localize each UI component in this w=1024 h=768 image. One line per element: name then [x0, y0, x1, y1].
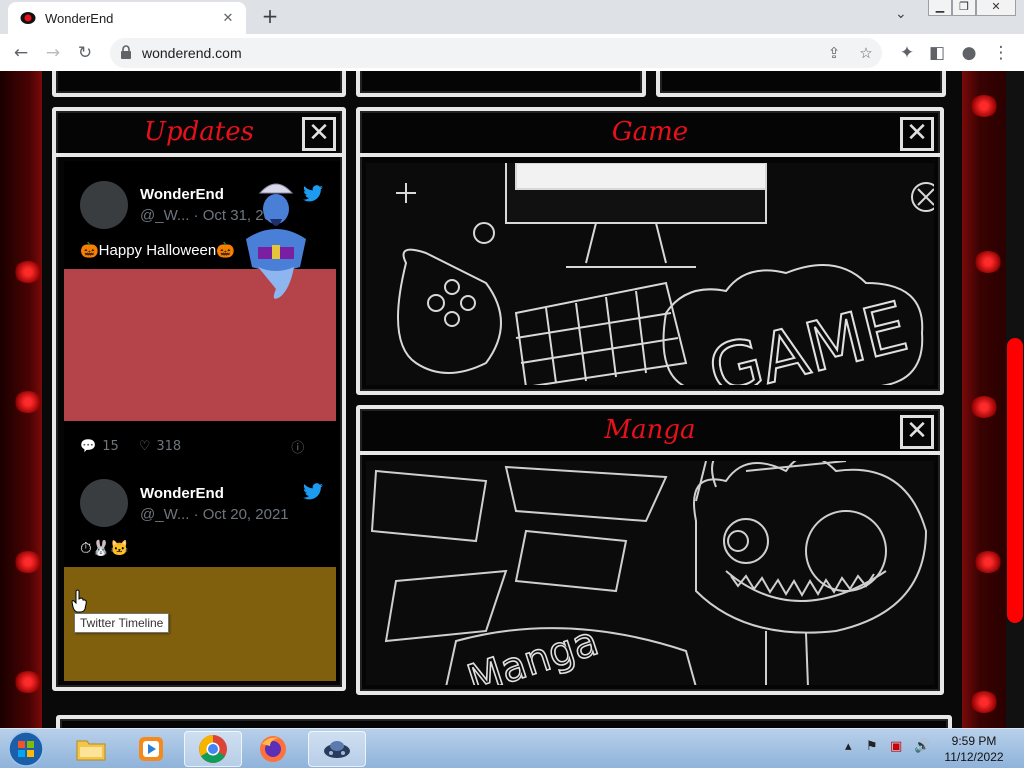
side-panel-icon[interactable]: ◧: [924, 40, 950, 66]
updates-title: Updates: [144, 117, 254, 147]
right-rose-border: [962, 71, 1006, 728]
chrome-icon: [199, 735, 227, 763]
taskbar-firefox-button[interactable]: [244, 731, 302, 767]
browser-tab[interactable]: WonderEnd ✕: [8, 2, 246, 34]
address-bar[interactable]: wonderend.com ⇪ ☆: [110, 38, 882, 68]
game-illustration[interactable]: GAME: [366, 163, 934, 385]
folder-icon: [76, 740, 106, 761]
bookmark-star-icon[interactable]: ☆: [856, 43, 876, 63]
menu-icon[interactable]: ⋮: [988, 40, 1014, 66]
updates-header: Updates ✕: [56, 111, 342, 157]
tweet-actions: 💬 15 ♡ 318 ⓘ: [80, 437, 304, 456]
media-player-icon: [139, 737, 163, 761]
reload-icon[interactable]: ↻: [72, 40, 98, 66]
minimize-button[interactable]: ▁: [928, 0, 952, 16]
network-icon[interactable]: ▣: [890, 739, 902, 754]
tweet-author[interactable]: WonderEnd: [140, 186, 224, 203]
app-icon: [324, 741, 350, 758]
panel-top-mid-partial: [356, 71, 646, 97]
back-icon[interactable]: ←: [8, 40, 34, 66]
tab-close-icon[interactable]: ✕: [218, 11, 238, 26]
wonderend-favicon-icon: [20, 12, 36, 24]
system-clock[interactable]: 9:59 PM 11/12/2022: [938, 733, 1010, 765]
taskbar-app-button[interactable]: [308, 731, 366, 767]
reply-count: 15: [102, 439, 119, 454]
manga-title: Manga: [604, 415, 696, 445]
tooltip: Twitter Timeline: [74, 613, 170, 633]
show-hidden-icons-icon[interactable]: ▴: [845, 739, 852, 754]
tab-title: WonderEnd: [45, 10, 114, 26]
manga-header: Manga ✕: [360, 409, 940, 455]
tweet[interactable]: WonderEnd @_W... · Oct 20, 2021 ⏱🐰🐱: [64, 461, 340, 681]
tab-search-dropdown-icon[interactable]: ⌄: [895, 6, 907, 22]
browser-chrome: WonderEnd ✕ + ⌄ ▁ ❐ ✕ ← → ↻ wonderend.co…: [0, 0, 1024, 71]
tweet-text: 🎃Happy Halloween🎃: [80, 242, 235, 259]
forward-icon[interactable]: →: [40, 40, 66, 66]
game-art-text: GAME: [701, 288, 915, 385]
avatar[interactable]: [80, 181, 128, 229]
taskbar-media-player-button[interactable]: [122, 731, 180, 767]
tweet-handle: @_W... · Oct 20, 2021: [140, 506, 289, 523]
new-tab-button[interactable]: +: [258, 4, 282, 28]
left-rose-border: [0, 71, 42, 728]
game-title: Game: [611, 117, 689, 147]
restore-button[interactable]: ❐: [952, 0, 976, 16]
toolbar: ← → ↻ wonderend.com ⇪ ☆ ✦ ◧ ● ⋮: [0, 34, 1024, 71]
action-center-icon[interactable]: ⚑: [866, 739, 878, 754]
manga-illustration[interactable]: Manga: [366, 461, 934, 685]
volume-icon[interactable]: 🔊: [914, 739, 930, 754]
genie-mascot-image[interactable]: [240, 179, 312, 303]
panel-top-left-partial: [52, 71, 346, 97]
like-icon[interactable]: ♡: [139, 439, 151, 454]
game-close-button[interactable]: ✕: [900, 117, 934, 151]
scrollbar-thumb[interactable]: [1007, 338, 1023, 623]
tweet-text: ⏱🐰🐱: [80, 540, 130, 557]
twitter-bird-icon[interactable]: [302, 483, 324, 501]
updates-close-button[interactable]: ✕: [302, 117, 336, 151]
taskbar-explorer-button[interactable]: [62, 731, 120, 767]
manga-close-button[interactable]: ✕: [900, 415, 934, 449]
avatar[interactable]: [80, 479, 128, 527]
firefox-icon: [260, 736, 286, 762]
tweet-author[interactable]: WonderEnd: [140, 485, 224, 502]
profile-icon[interactable]: ●: [956, 40, 982, 66]
game-sketch-image: GAME: [396, 163, 934, 385]
window-close-button[interactable]: ✕: [976, 0, 1016, 16]
game-header: Game ✕: [360, 111, 940, 157]
start-button-icon[interactable]: [6, 730, 46, 768]
taskbar-chrome-button[interactable]: [184, 731, 242, 767]
clock-date: 11/12/2022: [944, 750, 1004, 764]
clock-time: 9:59 PM: [951, 734, 997, 748]
url-text: wonderend.com: [142, 45, 242, 61]
manga-sketch-image: Manga: [370, 461, 928, 685]
taskbar: ▴ ⚑ ▣ 🔊 9:59 PM 11/12/2022: [0, 728, 1024, 768]
info-icon[interactable]: ⓘ: [291, 437, 304, 456]
hand-cursor-icon: [71, 589, 87, 613]
reply-icon[interactable]: 💬: [80, 439, 96, 454]
manga-panel[interactable]: Manga ✕ Manga: [356, 405, 944, 695]
game-panel[interactable]: Game ✕ GAME: [356, 107, 944, 395]
panel-top-right-partial: [656, 71, 946, 97]
like-count: 318: [156, 439, 182, 454]
lock-icon: [121, 45, 131, 59]
panel-bottom-partial: [56, 715, 952, 728]
share-icon[interactable]: ⇪: [824, 43, 844, 63]
extensions-icon[interactable]: ✦: [894, 40, 920, 66]
